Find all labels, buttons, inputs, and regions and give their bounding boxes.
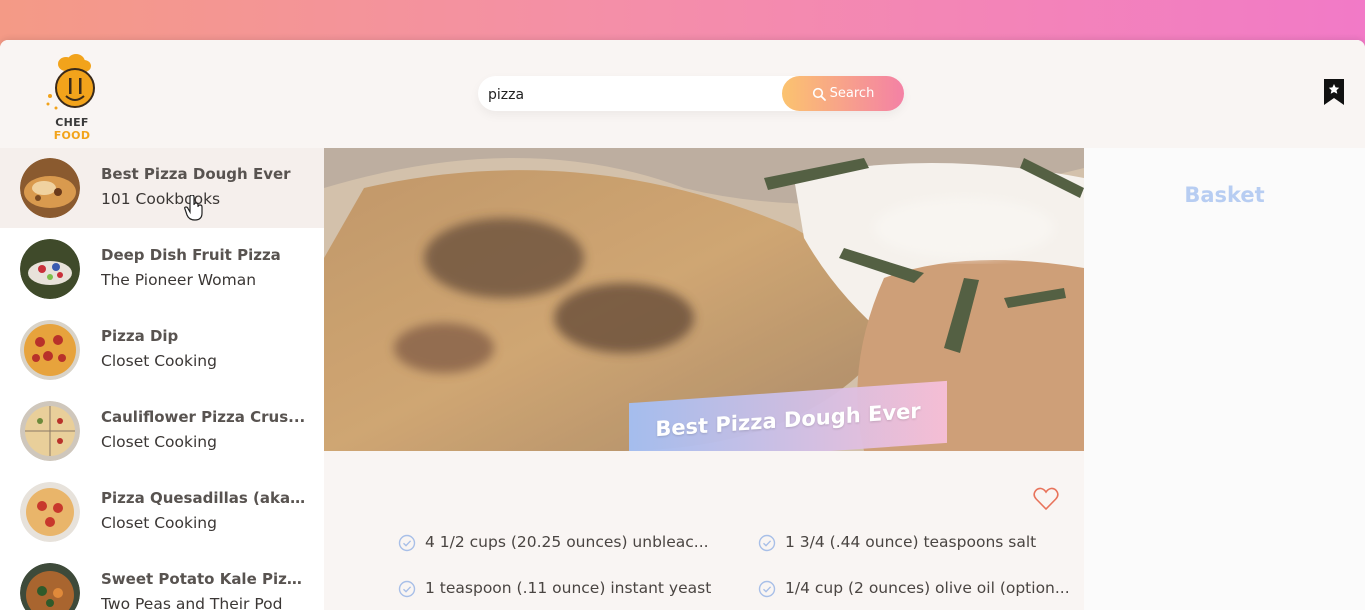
header: CHEF FOOD Search [0,40,1365,148]
result-item[interactable]: Best Pizza Dough Ever 101 Cookbooks [0,148,324,228]
logo-word-chef: CHEF [55,116,89,129]
logo-text: CHEF FOOD [36,116,108,142]
result-title: Sweet Potato Kale Pizz... [101,570,306,588]
search-results-list: Best Pizza Dough Ever 101 Cookbooks Deep… [0,148,324,610]
app-window: CHEF FOOD Search [0,40,1365,610]
basket-panel: Basket [1084,148,1365,610]
recipe-thumbnail [20,239,80,299]
check-circle-icon [398,580,416,598]
check-circle-icon [758,580,776,598]
heart-icon [1033,487,1059,511]
result-publisher: Two Peas and Their Pod [101,595,283,610]
result-title: Cauliflower Pizza Crus... [101,408,306,426]
ingredient-text: 1/4 cup (2 ounces) olive oil (option... [785,579,1070,597]
result-title: Pizza Dip [101,327,179,345]
search-input[interactable] [486,76,780,113]
result-publisher: Closet Cooking [101,433,217,451]
check-circle-icon [398,534,416,552]
ingredient-item: 1/4 cup (2 ounces) olive oil (option... [758,579,1078,601]
result-title: Best Pizza Dough Ever [101,165,291,183]
ingredient-item: 1 3/4 (.44 ounce) teaspoons salt [758,533,1078,555]
search-button-label: Search [829,86,875,101]
result-item[interactable]: Sweet Potato Kale Pizz... Two Peas and T… [0,553,324,610]
result-publisher: The Pioneer Woman [101,271,257,289]
chef-logo-icon [46,54,95,110]
favorite-button[interactable] [1033,487,1059,511]
check-circle-icon [758,534,776,552]
recipe-thumbnail [20,320,80,380]
ingredient-item: 1 teaspoon (.11 ounce) instant yeast [398,579,718,601]
search-form: Search [478,76,904,113]
bookmark-icon [1324,79,1344,105]
ingredient-item: 4 1/2 cups (20.25 ounces) unbleac... [398,533,718,555]
recipe-thumbnail [20,401,80,461]
bookmark-button[interactable] [1322,78,1346,106]
recipe-hero-image: Best Pizza Dough Ever [324,148,1084,451]
result-publisher: Closet Cooking [101,514,217,532]
ingredient-text: 4 1/2 cups (20.25 ounces) unbleac... [425,533,709,551]
ingredient-text: 1 3/4 (.44 ounce) teaspoons salt [785,533,1037,551]
result-item[interactable]: Deep Dish Fruit Pizza The Pioneer Woman [0,229,324,309]
chef-food-logo[interactable]: CHEF FOOD [36,52,108,142]
search-button[interactable]: Search [782,76,904,111]
search-icon [812,87,826,101]
recipe-view: Best Pizza Dough Ever 4 1/2 cups (20.25 … [324,148,1084,610]
recipe-thumbnail [20,482,80,542]
result-title: Pizza Quesadillas (aka... [101,489,306,507]
recipe-thumbnail [20,563,80,610]
result-title: Deep Dish Fruit Pizza [101,246,281,264]
recipe-thumbnail [20,158,80,218]
result-publisher: Closet Cooking [101,352,217,370]
result-item[interactable]: Pizza Quesadillas (aka... Closet Cooking [0,472,324,552]
ingredient-text: 1 teaspoon (.11 ounce) instant yeast [425,579,712,597]
hand-cursor-icon [184,195,203,221]
basket-title: Basket [1184,183,1265,207]
logo-word-food: FOOD [53,129,91,142]
result-item[interactable]: Pizza Dip Closet Cooking [0,310,324,390]
result-item[interactable]: Cauliflower Pizza Crus... Closet Cooking [0,391,324,471]
